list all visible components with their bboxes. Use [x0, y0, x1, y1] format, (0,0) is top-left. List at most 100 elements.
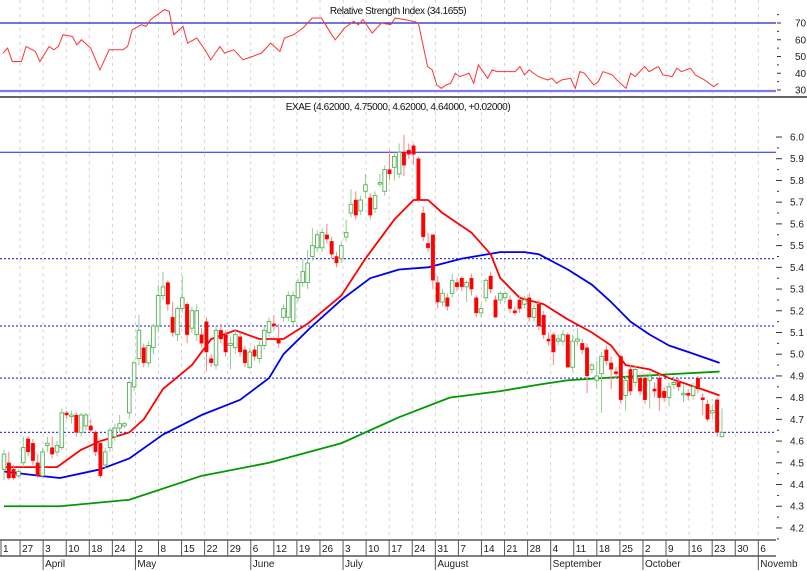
candle — [642, 373, 647, 405]
candle-body — [686, 393, 691, 396]
candle — [666, 382, 672, 407]
x-axis: 1 27 3 10 18 24 2 8 15 22 29 6 12 19 26 3 10 17 24 31 7 14 21 2… — [0, 539, 798, 570]
candle — [594, 360, 599, 389]
candle — [233, 330, 238, 355]
candle-body — [527, 297, 532, 318]
candle — [478, 304, 484, 318]
candle-body — [426, 243, 431, 248]
candle — [445, 293, 450, 311]
candle-body — [536, 304, 541, 327]
candle — [93, 430, 98, 457]
candle-body — [83, 414, 89, 427]
candle — [69, 410, 74, 424]
candle-body — [98, 443, 103, 476]
rsi-title: Relative Strength Index (34.1655) — [330, 6, 466, 17]
candle — [30, 438, 35, 465]
candle-body — [585, 347, 590, 377]
candle — [358, 195, 363, 216]
candle — [112, 423, 118, 442]
candle — [618, 354, 623, 405]
candle — [372, 191, 378, 214]
candle-body — [435, 282, 440, 303]
candle-body — [483, 279, 489, 299]
candle-body — [305, 262, 310, 283]
candle-body — [589, 364, 595, 370]
candle-body — [464, 282, 469, 288]
candle-body — [155, 295, 161, 327]
candle — [6, 451, 11, 481]
candle — [536, 299, 541, 331]
price-y-label: 5.7 — [790, 198, 804, 209]
candle-body — [633, 368, 638, 383]
price-y-label: 4.6 — [790, 437, 804, 448]
x-tick-label: 21 — [507, 544, 519, 555]
candle-body — [112, 427, 118, 438]
candle-body — [78, 414, 84, 433]
rsi-line — [2, 9, 719, 90]
candle-body — [642, 377, 647, 400]
y-axis: 70 60 50 40 30 6.0 5.9 5.8 5.7 5.6 5.5 5.4 5.3 5.2 5.1… — [776, 14, 807, 540]
candle — [131, 360, 137, 392]
candle-body — [609, 362, 614, 370]
candle-body — [618, 356, 623, 400]
x-tick-label: 24 — [114, 544, 126, 555]
stock-chart: Relative Strength Index (34.1655) EXAE (… — [0, 0, 807, 570]
candle — [300, 258, 306, 287]
candle-body — [16, 471, 21, 477]
candle — [83, 412, 89, 431]
price-panel: EXAE (4.62000, 4.75000, 4.62000, 4.64000… — [0, 102, 776, 508]
candle — [508, 295, 512, 313]
candle-body — [666, 386, 672, 399]
x-tick-label: 15 — [184, 544, 196, 555]
candle-body — [449, 279, 455, 294]
candle-body — [180, 297, 185, 310]
candle — [266, 317, 272, 337]
candle-body — [517, 299, 522, 309]
candle — [715, 397, 720, 437]
price-y-label: 6.0 — [790, 133, 804, 144]
candle-body — [261, 329, 267, 346]
x-month-label: August — [437, 559, 468, 570]
candle-body — [652, 388, 657, 392]
x-tick-label: 7 — [460, 544, 466, 555]
candle — [343, 219, 349, 242]
candle — [228, 336, 233, 370]
candle — [628, 365, 633, 396]
candle-body — [281, 308, 286, 318]
candle-body — [445, 297, 450, 307]
candle-body — [469, 278, 474, 290]
x-tick-label: 6 — [253, 544, 259, 555]
candle-body — [165, 282, 170, 305]
candle-body — [170, 317, 175, 333]
candle — [662, 386, 667, 402]
candle — [40, 447, 45, 479]
candle-body — [339, 245, 344, 260]
candle-body — [1, 453, 7, 470]
candle-body — [194, 310, 200, 336]
candle — [136, 315, 142, 366]
candle — [189, 306, 195, 333]
price-y-label: 5.3 — [790, 285, 804, 296]
candle-body — [508, 299, 512, 309]
candle — [242, 345, 247, 368]
candle-body — [690, 386, 696, 396]
candle — [570, 334, 575, 372]
candle-body — [204, 321, 209, 353]
candle-body — [136, 329, 142, 359]
candle-body — [488, 275, 493, 290]
price-y-label: 4.3 — [790, 502, 804, 513]
candle-body — [710, 410, 715, 414]
candle — [396, 143, 402, 179]
candle — [160, 271, 166, 300]
candle-body — [334, 256, 339, 264]
x-month-label: September — [553, 559, 603, 570]
candle-body — [21, 447, 26, 464]
x-month-label: April — [45, 559, 65, 570]
price-y-label: 5.6 — [790, 219, 804, 230]
candle-body — [286, 295, 291, 318]
candle — [102, 447, 108, 470]
candle — [146, 341, 151, 368]
moving-averages — [3, 199, 720, 508]
rsi-y-label: 70 — [795, 19, 807, 30]
candle — [204, 317, 209, 372]
